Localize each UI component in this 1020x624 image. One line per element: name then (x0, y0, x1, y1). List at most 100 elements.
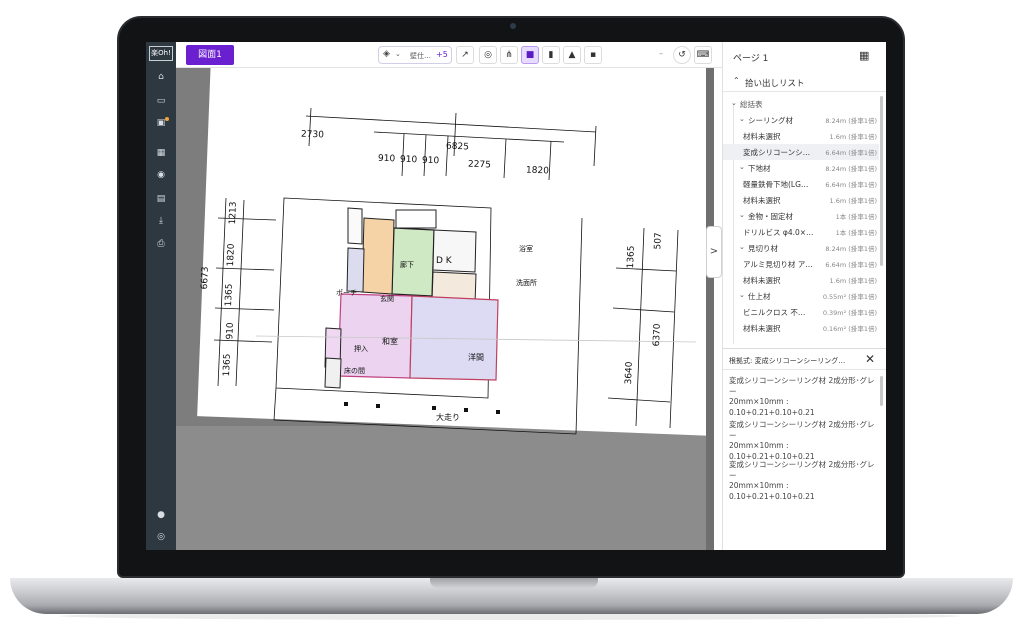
chevron-down-icon: ⌄ (395, 50, 401, 58)
detail-item: 変成シリコーンシーリング材 2成分形･グレー 20mm×10mm : 0.10+… (729, 376, 879, 418)
dim-label: 910 (421, 155, 440, 167)
dim-label: 910 (225, 322, 236, 340)
dim-label: 910 (377, 153, 396, 165)
mountain-tool-icon[interactable]: ▲ (563, 46, 581, 64)
tree-label: 下地材 (748, 164, 771, 173)
tree-item[interactable]: 材料未選択 1.6m (掛率1倍) (723, 192, 879, 208)
collapse-panel-button[interactable]: > (706, 226, 722, 278)
tree-value: 1.6m (掛率1倍) (829, 197, 877, 205)
detail-line: 20mm×10mm : (729, 441, 789, 450)
toolbar: 図面1 ◈ ⌄ 壁仕… +5 ↗ ◎ ⋔ ■ ▮ ▲ ▪ – ↺ ⌨ (176, 42, 722, 68)
undo-icon[interactable]: ↺ (673, 46, 691, 64)
layer-selector[interactable]: ◈ ⌄ 壁仕… +5 (378, 46, 452, 64)
tree-item[interactable]: アルミ見切り材 ア… 6.64m (掛率1倍) (723, 256, 879, 272)
chevron-down-icon[interactable]: ⌄ (739, 163, 745, 171)
tree-category[interactable]: ⌄ 金物・固定材 1本 (掛率1倍) (723, 208, 879, 224)
chevron-up-icon: ⌃ (733, 76, 740, 85)
user-icon[interactable]: ● (153, 508, 169, 522)
save-icon[interactable]: ▣ (153, 116, 169, 130)
room-label: 洋間 (468, 353, 484, 362)
tree-item[interactable]: 材料未選択 1.6m (掛率1倍) (723, 272, 879, 288)
tree-value: 1本 (掛率1倍) (835, 213, 877, 221)
tree-label: 材料未選択 (743, 276, 781, 285)
folder-icon[interactable]: ▭ (153, 94, 169, 108)
pick-list-title: 拾い出しリスト (745, 79, 805, 89)
chevron-down-icon[interactable]: ⌄ (731, 99, 737, 107)
download-icon[interactable]: ⤓ (153, 214, 169, 228)
tree-item[interactable]: 変成シリコーンシ… 6.64m (掛率1倍) (723, 144, 879, 160)
tree-value: 6.64m (掛率1倍) (825, 261, 877, 269)
room-label: ポーチ (336, 289, 357, 297)
eye-icon[interactable]: ◉ (153, 168, 169, 182)
chevron-down-icon[interactable]: ⌄ (739, 115, 745, 123)
tree-value: 0.55m² (掛率1倍) (822, 293, 877, 301)
tree-category[interactable]: ⌄ 仕上材 0.55m² (掛率1倍) (723, 288, 879, 304)
tree-category[interactable]: ⌄ シーリング材 8.24m (掛率1倍) (723, 112, 879, 128)
tree-label: 金物・固定材 (748, 212, 793, 221)
canvas-scroll-track[interactable] (706, 68, 714, 550)
print-icon[interactable]: ⎙ (153, 237, 169, 251)
close-icon[interactable]: ✕ (865, 352, 875, 366)
room-label: 浴室 (519, 245, 533, 253)
tree-category[interactable]: ⌄ 見切り材 8.24m (掛率1倍) (723, 240, 879, 256)
tree-item[interactable]: 軽量鉄骨下地(LG… 6.64m (掛率1倍) (723, 176, 879, 192)
room-label: 和室 (382, 337, 398, 346)
tree-label: 材料未選択 (743, 324, 781, 333)
share-tool-icon[interactable]: ⋔ (500, 46, 518, 64)
tree-label: 変成シリコーンシ… (743, 148, 811, 157)
room-label: 玄関 (380, 295, 394, 303)
dim-label: 2275 (467, 159, 492, 171)
tree-group[interactable]: ⌄ 総括表 (723, 96, 879, 112)
detail-line: 変成シリコーンシーリング材 2成分形･グレー (729, 460, 875, 480)
info-icon[interactable]: ◎ (153, 530, 169, 544)
home-icon[interactable]: ⌂ (153, 70, 169, 84)
chevron-down-icon[interactable]: ⌄ (739, 211, 745, 219)
door-tool-icon[interactable]: ▮ (542, 46, 560, 64)
room-label: 廊下 (400, 261, 414, 269)
tree-item[interactable]: ドリルビス φ4.0×2… 1本 (掛率1倍) (723, 224, 879, 240)
page-label: ページ 1 (733, 54, 769, 64)
detail-scrollbar[interactable] (880, 376, 883, 406)
tree-value: 8.24m (掛率1倍) (825, 245, 877, 253)
rectangle-tool-icon[interactable]: ■ (521, 46, 539, 64)
pick-list-header[interactable]: ⌃ 拾い出しリスト (723, 72, 886, 92)
left-nav: 楽Oh! ⌂ ▭ ▣ ▦ ◉ ▤ ⤓ ⎙ ● ◎ (146, 42, 176, 550)
room-label: 洗面所 (516, 279, 537, 287)
chevron-down-icon[interactable]: ⌄ (739, 291, 745, 299)
tree-scrollbar[interactable] (880, 96, 883, 266)
tree-label: 軽量鉄骨下地(LG… (743, 180, 809, 189)
app-logo[interactable]: 楽Oh! (149, 46, 173, 61)
tree-item[interactable]: 材料未選択 1.6m (掛率1倍) (723, 128, 879, 144)
tree-value: 0.16m² (掛率1倍) (822, 325, 877, 333)
dim-label: 6370 (652, 323, 663, 347)
laptop-lid: 楽Oh! ⌂ ▭ ▣ ▦ ◉ ▤ ⤓ ⎙ ● ◎ 図面1 ◈ ⌄ 壁仕… +5 … (117, 16, 905, 578)
keyboard-icon[interactable]: ⌨ (694, 46, 712, 64)
pick-list-tree: ⌄ 総括表 ⌄ シーリング材 8.24m (掛率1倍) 材料未選択 1.6m (掛率1倍) 変… (723, 96, 881, 346)
arrow-tool-icon[interactable]: ↗ (456, 46, 474, 64)
dim-label: 1365 (224, 283, 235, 307)
room-label: D K (436, 256, 452, 266)
sheet-tab[interactable]: 図面1 (186, 45, 234, 65)
dim-label: 507 (653, 232, 664, 250)
laptop-screen: 楽Oh! ⌂ ▭ ▣ ▦ ◉ ▤ ⤓ ⎙ ● ◎ 図面1 ◈ ⌄ 壁仕… +5 … (146, 42, 886, 550)
drawing-canvas[interactable]: 2730 6825 910 910 910 2275 1820 6673 121… (176, 68, 714, 550)
tree-value: 8.24m (掛率1倍) (825, 117, 877, 125)
table-icon[interactable]: ▦ (153, 146, 169, 160)
layers-icon: ◈ (383, 49, 390, 59)
tree-item[interactable]: 材料未選択 0.16m² (掛率1倍) (723, 320, 879, 336)
floor-plan (213, 107, 697, 435)
grid-view-icon[interactable]: ▦ (859, 50, 871, 62)
comment-tool-icon[interactable]: ▪ (584, 46, 602, 64)
detail-line: 0.10+0.21+0.10+0.21 (729, 491, 815, 501)
archive-icon[interactable]: ▤ (153, 192, 169, 206)
tree-label: 総括表 (740, 100, 763, 109)
tree-category[interactable]: ⌄ 下地材 8.24m (掛率1倍) (723, 160, 879, 176)
detail-title: 根拠式: 変成シリコーンシーリング… (729, 357, 846, 365)
target-tool-icon[interactable]: ◎ (479, 46, 497, 64)
tree-label: ビニルクロス 不… (743, 308, 806, 317)
detail-header: 根拠式: 変成シリコーンシーリング… ✕ (723, 348, 886, 370)
chevron-down-icon[interactable]: ⌄ (739, 243, 745, 251)
layer-label: 壁仕… (410, 52, 431, 60)
tree-item[interactable]: ビニルクロス 不… 0.39m² (掛率1倍) (723, 304, 879, 320)
minimize-icon[interactable]: – (652, 46, 670, 64)
